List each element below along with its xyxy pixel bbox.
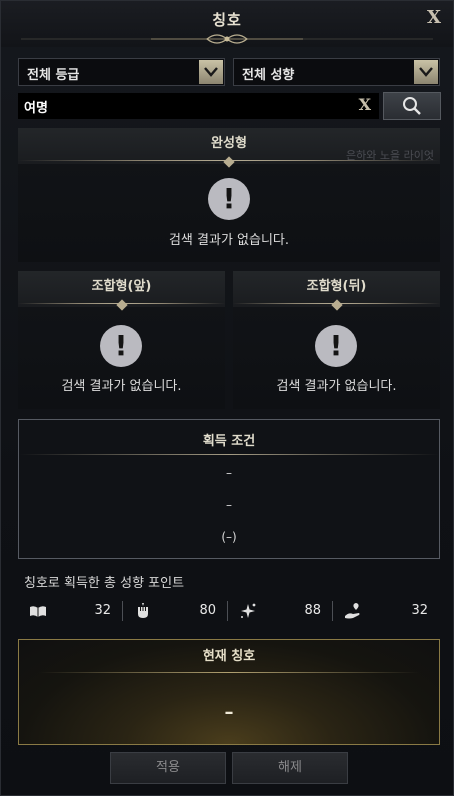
- complete-panel-title: 완성형: [211, 136, 247, 151]
- title-bar: 칭호 X: [1, 1, 453, 47]
- point-courage: 80: [123, 595, 228, 627]
- condition-line-3: (–): [221, 530, 237, 544]
- complete-empty-text: 검색 결과가 없습니다.: [168, 233, 290, 248]
- apply-button[interactable]: 적용: [110, 752, 226, 784]
- clear-search-button[interactable]: X: [359, 95, 371, 114]
- search-button[interactable]: [383, 92, 441, 120]
- chevron-down-icon[interactable]: [414, 60, 438, 84]
- point-value: 88: [304, 603, 321, 618]
- book-icon: [30, 606, 46, 617]
- points-title: 칭호로 획득한 총 성향 포인트: [24, 576, 185, 591]
- exclamation-icon: !: [315, 325, 357, 367]
- close-button[interactable]: X: [427, 7, 441, 28]
- release-button[interactable]: 해제: [232, 752, 348, 784]
- title-window: 칭호 X 전체 등급 전체 성향 X 완성형: [0, 0, 454, 796]
- search-box: X: [18, 93, 379, 119]
- front-panel-header: 조합형(앞): [18, 271, 225, 311]
- search-input[interactable]: [18, 93, 348, 119]
- back-panel-header: 조합형(뒤): [233, 271, 440, 311]
- grade-dropdown[interactable]: 전체 등급: [18, 58, 225, 86]
- grade-dropdown-label: 전체 등급: [27, 68, 80, 83]
- front-combo-panel: 조합형(앞) ! 검색 결과가 없습니다.: [18, 271, 225, 409]
- point-value: 80: [199, 603, 216, 618]
- current-title-value: –: [224, 702, 234, 723]
- sparkle-icon: [241, 603, 256, 618]
- window-title: 칭호: [212, 11, 242, 29]
- current-title-panel: 현재 칭호 –: [18, 639, 440, 745]
- tendency-points-row: 32 80 88 32: [18, 595, 440, 627]
- condition-title: 획득 조건: [202, 434, 256, 449]
- tendency-dropdown-label: 전체 성향: [242, 68, 295, 83]
- point-kindness: 32: [333, 595, 440, 627]
- heart-hand-icon: [345, 603, 360, 619]
- point-value: 32: [411, 603, 428, 618]
- background-ghost-text: 은하와 노을 라이엇: [346, 149, 434, 162]
- point-value: 32: [94, 603, 111, 618]
- exclamation-icon: !: [208, 178, 250, 220]
- back-empty-text: 검색 결과가 없습니다.: [276, 379, 397, 394]
- condition-line-1: –: [226, 466, 232, 480]
- back-combo-panel: 조합형(뒤) ! 검색 결과가 없습니다.: [233, 271, 440, 409]
- point-intellect: 32: [18, 595, 123, 627]
- front-empty-text: 검색 결과가 없습니다.: [61, 379, 182, 394]
- exclamation-icon: !: [100, 325, 142, 367]
- tendency-dropdown[interactable]: 전체 성향: [233, 58, 440, 86]
- complete-title-panel: 완성형 은하와 노을 라이엇 ! 검색 결과가 없습니다.: [18, 128, 440, 262]
- front-panel-title: 조합형(앞): [91, 279, 152, 294]
- fist-icon: [138, 603, 148, 618]
- acquisition-condition-panel: 획득 조건 – – (–): [18, 419, 440, 559]
- chevron-down-icon[interactable]: [199, 60, 223, 84]
- back-panel-title: 조합형(뒤): [306, 279, 367, 294]
- condition-line-2: –: [226, 498, 232, 512]
- search-icon: [403, 97, 421, 115]
- point-charm: 88: [228, 595, 333, 627]
- current-title-header: 현재 칭호: [202, 649, 256, 664]
- title-ornament-icon: [21, 34, 433, 44]
